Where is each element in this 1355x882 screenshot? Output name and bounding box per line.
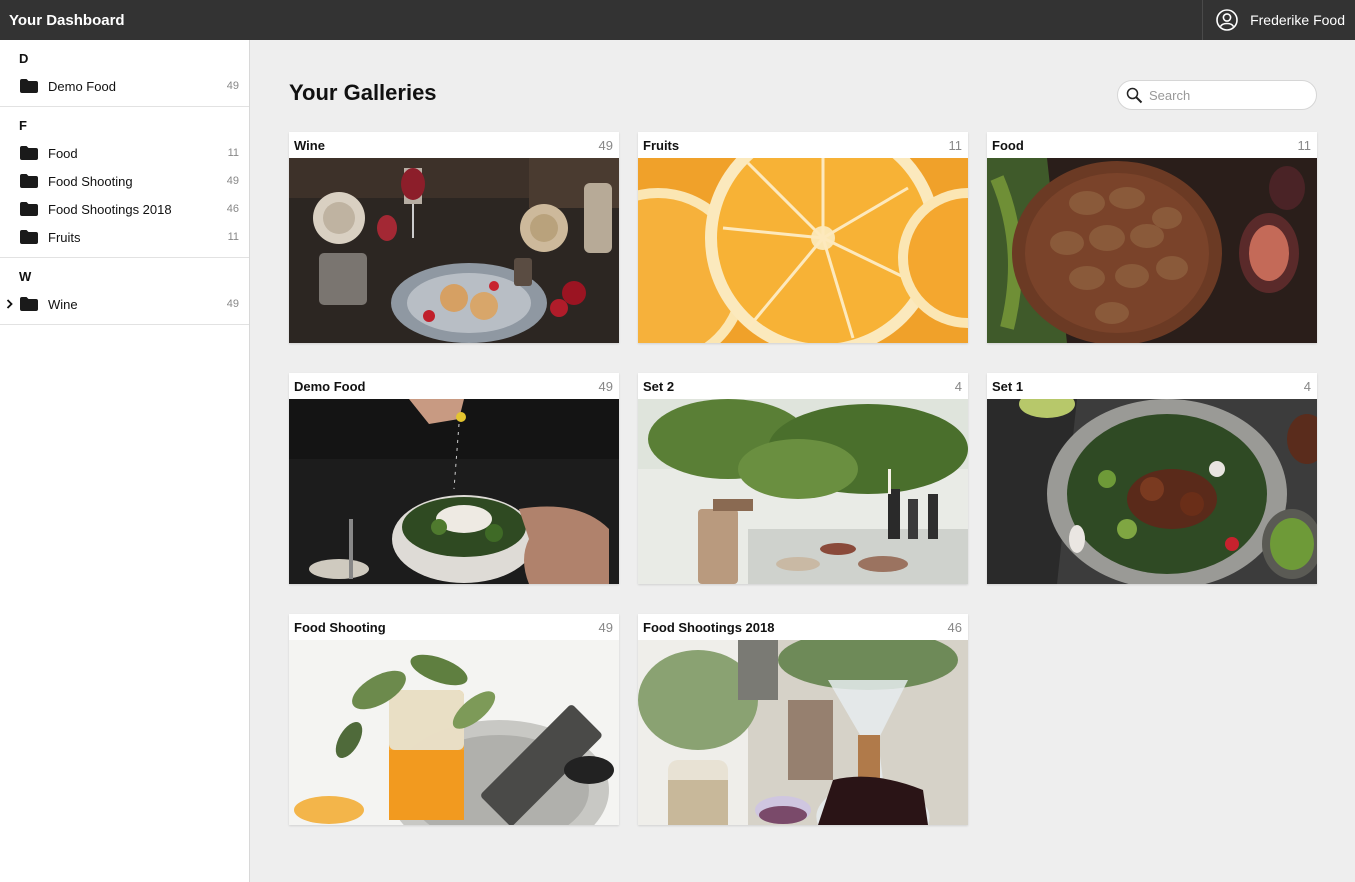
sidebar-item-count: 46 (226, 203, 239, 215)
sidebar-group-d: D Demo Food 49 (0, 40, 249, 107)
gallery-name: Food Shootings 2018 (643, 619, 775, 635)
gallery-card-wine[interactable]: Wine 49 (289, 132, 619, 343)
sidebar-item-label: Wine (48, 296, 78, 312)
gallery-thumbnail[interactable] (289, 158, 619, 343)
gallery-card-fruits[interactable]: Fruits 11 (638, 132, 968, 343)
gallery-name: Food Shooting (294, 619, 386, 635)
gallery-card-food-shooting[interactable]: Food Shooting 49 (289, 614, 619, 825)
sidebar-item-food-shooting[interactable]: Food Shooting 49 (0, 167, 249, 195)
sidebar-item-count: 11 (227, 147, 239, 159)
app-title: Your Dashboard (9, 11, 125, 29)
folder-icon (20, 230, 38, 244)
group-letter: W (19, 269, 32, 284)
gallery-card-food-shootings-2018[interactable]: Food Shootings 2018 46 (638, 614, 968, 825)
sidebar-item-count: 49 (226, 175, 239, 187)
gallery-card-header: Demo Food 49 (289, 373, 619, 399)
sidebar-item-count: 49 (226, 298, 239, 310)
gallery-thumbnail[interactable] (638, 158, 968, 343)
folder-icon (20, 202, 38, 216)
gallery-thumbnail[interactable] (987, 399, 1317, 584)
gallery-count: 49 (598, 137, 613, 153)
sidebar-item-count: 49 (226, 80, 239, 92)
sidebar-item-label: Food Shootings 2018 (48, 201, 172, 217)
main-content: Your Galleries Wine 49 (250, 40, 1355, 882)
sidebar-item-food-shootings-2018[interactable]: Food Shootings 2018 46 (0, 195, 249, 223)
group-letter: D (19, 51, 29, 66)
gallery-card-food[interactable]: Food 11 (987, 132, 1317, 343)
gallery-thumbnail[interactable] (638, 640, 968, 825)
gallery-card-header: Food Shootings 2018 46 (638, 614, 968, 640)
folder-icon (20, 297, 38, 311)
gallery-card-header: Set 2 4 (638, 373, 968, 399)
gallery-card-set-1[interactable]: Set 1 4 (987, 373, 1317, 584)
sidebar-item-wine[interactable]: Wine 49 (0, 290, 249, 318)
gallery-name: Set 1 (992, 378, 1024, 394)
gallery-thumbnail[interactable] (638, 399, 968, 584)
sidebar-group-f: F Food 11 Food Shooting 49 Food Shooting… (0, 107, 249, 258)
folder-icon (20, 174, 38, 188)
search-input[interactable] (1149, 87, 1309, 103)
gallery-card-set-2[interactable]: Set 2 4 (638, 373, 968, 584)
gallery-count: 4 (954, 378, 962, 394)
sidebar-item-count: 11 (227, 231, 239, 243)
gallery-card-header: Wine 49 (289, 132, 619, 158)
search-icon (1126, 87, 1143, 103)
gallery-name: Set 2 (643, 378, 675, 394)
gallery-count: 11 (948, 137, 963, 153)
sidebar-item-label: Fruits (48, 229, 81, 245)
top-bar: Your Dashboard Frederike Food (0, 0, 1355, 40)
folder-icon (20, 146, 38, 160)
gallery-count: 11 (1297, 137, 1312, 153)
gallery-thumbnail[interactable] (289, 399, 619, 584)
gallery-name: Wine (294, 137, 325, 153)
gallery-card-header: Food Shooting 49 (289, 614, 619, 640)
gallery-name: Demo Food (294, 378, 366, 394)
sidebar-item-label: Food Shooting (48, 173, 133, 189)
gallery-thumbnail[interactable] (289, 640, 619, 825)
sidebar-item-food[interactable]: Food 11 (0, 139, 249, 167)
gallery-card-header: Food 11 (987, 132, 1317, 158)
page-title: Your Galleries (289, 80, 437, 105)
folder-icon (20, 79, 38, 93)
sidebar-item-demo-food[interactable]: Demo Food 49 (0, 72, 249, 100)
sidebar: D Demo Food 49 F Food 11 Food Shooting 4… (0, 40, 250, 882)
sidebar-item-label: Food (48, 145, 78, 161)
gallery-card-header: Set 1 4 (987, 373, 1317, 399)
user-circle-icon (1216, 9, 1238, 31)
sidebar-item-fruits[interactable]: Fruits 11 (0, 223, 249, 251)
gallery-thumbnail[interactable] (987, 158, 1317, 343)
gallery-card-header: Fruits 11 (638, 132, 968, 158)
gallery-name: Food (992, 137, 1024, 153)
search-box[interactable] (1117, 80, 1317, 110)
user-name: Frederike Food (1250, 12, 1345, 28)
gallery-count: 49 (598, 378, 613, 394)
gallery-card-demo-food[interactable]: Demo Food 49 (289, 373, 619, 584)
gallery-count: 46 (947, 619, 962, 635)
group-letter: F (19, 118, 27, 133)
sidebar-group-w: W Wine 49 (0, 258, 249, 325)
gallery-count: 4 (1303, 378, 1311, 394)
gallery-name: Fruits (643, 137, 680, 153)
user-menu[interactable]: Frederike Food (1202, 0, 1355, 40)
chevron-right-icon[interactable] (6, 299, 14, 309)
gallery-count: 49 (598, 619, 613, 635)
sidebar-item-label: Demo Food (48, 78, 116, 94)
